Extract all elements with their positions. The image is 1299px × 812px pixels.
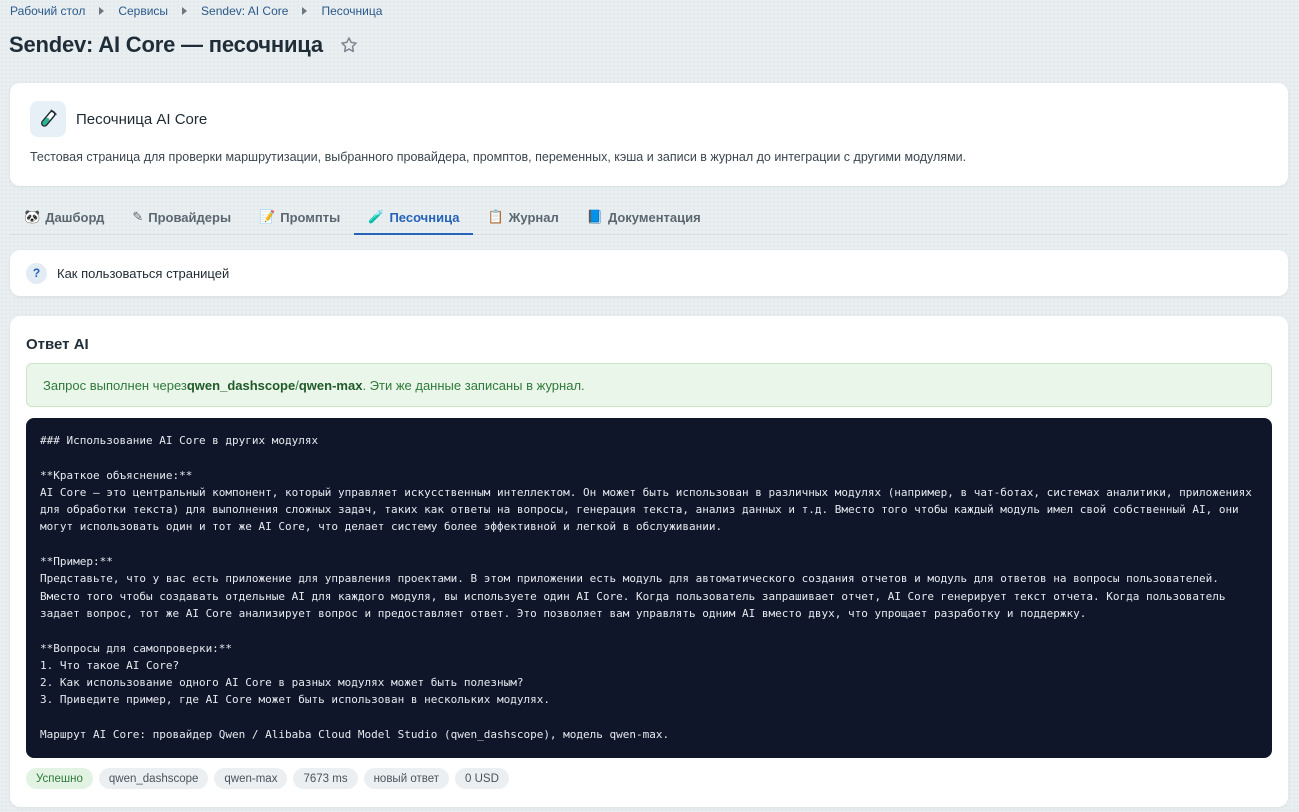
cache-badge: новый ответ (363, 768, 449, 789)
intro-header: Песочница AI Core (30, 101, 207, 137)
tab-journal[interactable]: 📋 Журнал (473, 200, 572, 234)
cost-badge: 0 USD (455, 768, 509, 789)
tab-sandbox[interactable]: 🧪 Песочница (354, 200, 474, 235)
page-title: Sendev: AI Core — песочница (9, 32, 323, 57)
question-icon: ? (26, 262, 47, 284)
breadcrumb-item-current: Песочница (321, 4, 383, 18)
pen-icon: ✎ (132, 209, 144, 224)
breadcrumb-item-ai-core[interactable]: Sendev: AI Core (201, 4, 288, 18)
breadcrumb-item-desktop[interactable]: Рабочий стол (10, 4, 85, 18)
tab-dashboard[interactable]: 🐼 Дашборд (10, 200, 118, 234)
breadcrumb-separator-icon (99, 7, 105, 15)
status-badge: Успешно (26, 768, 93, 789)
panda-icon: 🐼 (24, 209, 41, 224)
tab-label: Журнал (508, 209, 559, 225)
book-icon: 📘 (586, 209, 603, 224)
breadcrumb-item-services[interactable]: Сервисы (118, 4, 168, 18)
help-toggle[interactable]: ? Как пользоваться страницей (10, 250, 1288, 296)
intro-card: Песочница AI Core Тестовая страница для … (10, 83, 1288, 186)
alert-prefix: Запрос выполнен через (43, 377, 187, 393)
memo-icon: 📝 (259, 209, 276, 224)
success-alert: Запрос выполнен через qwen_dashscope / q… (26, 363, 1272, 407)
tab-label: Песочница (389, 209, 460, 225)
latency-badge: 7673 ms (293, 768, 358, 789)
alert-provider: qwen_dashscope (186, 377, 296, 393)
alert-model: qwen-max (298, 377, 363, 393)
result-chips: Успешно qwen_dashscope qwen-max 7673 ms … (26, 768, 515, 789)
breadcrumb: Рабочий стол Сервисы Sendev: AI Core Пес… (10, 4, 382, 18)
tab-prompts[interactable]: 📝 Промпты (245, 200, 354, 234)
tab-label: Документация (607, 209, 701, 225)
provider-badge: qwen_dashscope (98, 768, 209, 789)
answer-title: Ответ AI (26, 336, 89, 353)
help-label: Как пользоваться страницей (57, 265, 230, 281)
test-tube-icon (30, 101, 66, 137)
answer-card: Ответ AI Запрос выполнен через qwen_dash… (10, 316, 1288, 807)
tab-label: Провайдеры (148, 209, 232, 225)
breadcrumb-separator-icon (182, 7, 188, 15)
intro-description: Тестовая страница для проверки маршрутиз… (30, 150, 967, 164)
page-header: Sendev: AI Core — песочница (9, 32, 359, 58)
intro-title: Песочница AI Core (76, 110, 208, 128)
breadcrumb-separator-icon (302, 7, 308, 15)
alert-suffix: . Эти же данные записаны в журнал. (362, 377, 585, 393)
tab-providers[interactable]: ✎ Провайдеры (118, 200, 245, 234)
tab-label: Дашборд (45, 209, 105, 225)
ai-response-output: ### Использование AI Core в других модул… (26, 418, 1272, 758)
model-badge: qwen-max (214, 768, 288, 789)
tab-label: Промпты (280, 209, 341, 225)
tab-documentation[interactable]: 📘 Документация (573, 200, 715, 234)
clipboard-icon: 📋 (487, 209, 504, 224)
tab-bar: 🐼 Дашборд ✎ Провайдеры 📝 Промпты 🧪 Песоч… (10, 200, 1288, 235)
star-icon[interactable] (339, 35, 359, 55)
test-tube-icon: 🧪 (368, 209, 385, 224)
